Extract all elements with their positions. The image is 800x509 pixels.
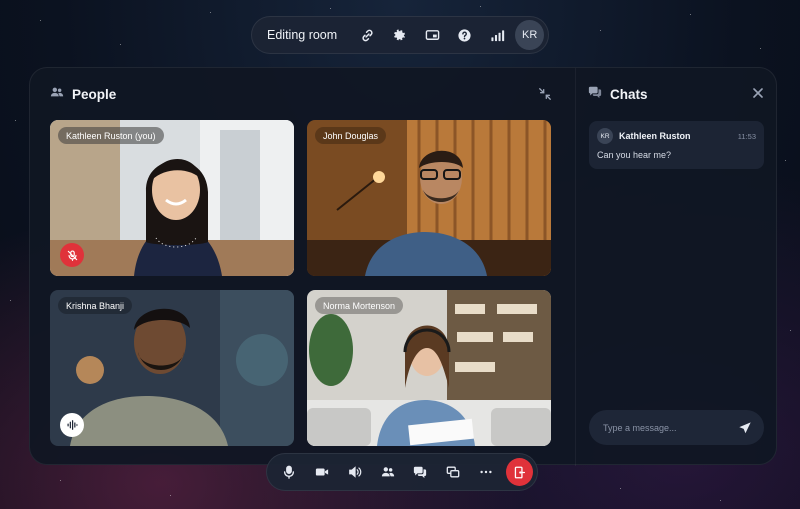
call-controls — [266, 453, 538, 491]
speaker-icon — [348, 466, 362, 478]
chat-icon — [414, 466, 427, 479]
participant-name: Krishna Bhanji — [58, 297, 133, 314]
help-button[interactable] — [449, 20, 481, 50]
meeting-panel: People Kathleen Ruston (you) John Dougla… — [29, 67, 778, 466]
chat-panel: Chats KR Kathleen Ruston 11:53 Can you h… — [575, 68, 778, 466]
mic-muted-icon — [60, 243, 84, 267]
microphone-button[interactable] — [273, 457, 306, 487]
chat-bubbles-icon — [588, 85, 602, 104]
screen-button[interactable] — [416, 20, 448, 50]
more-icon — [480, 470, 492, 474]
message-input[interactable] — [603, 422, 738, 433]
participants-button[interactable] — [371, 457, 404, 487]
camera-icon — [315, 468, 329, 476]
people-heading: People — [72, 87, 117, 102]
people-icon — [50, 85, 64, 104]
participant-name: John Douglas — [315, 127, 387, 144]
video-tile[interactable]: John Douglas — [307, 120, 551, 276]
gear-icon — [394, 28, 406, 40]
link-button[interactable] — [351, 20, 383, 50]
signal-icon — [491, 29, 504, 41]
video-tile[interactable]: Norma Mortenson — [307, 290, 551, 446]
leave-icon — [514, 466, 526, 478]
send-icon[interactable] — [738, 421, 752, 435]
participant-name: Norma Mortenson — [315, 297, 404, 314]
link-icon — [362, 29, 373, 41]
chat-header: Chats — [588, 85, 648, 104]
room-title: Editing room — [267, 28, 338, 42]
screen-icon — [425, 29, 440, 40]
help-icon — [458, 28, 471, 42]
microphone-icon — [284, 465, 295, 479]
speaker-button[interactable] — [338, 457, 371, 487]
room-toolbar: Editing room KR — [251, 16, 549, 54]
chat-message: KR Kathleen Ruston 11:53 Can you hear me… — [589, 121, 764, 169]
more-button[interactable] — [469, 457, 502, 487]
signal-button[interactable] — [481, 20, 513, 50]
people-header: People — [50, 85, 116, 104]
video-tile[interactable]: Kathleen Ruston (you) — [50, 120, 294, 276]
leave-call-button[interactable] — [506, 458, 533, 486]
share-screen-icon — [446, 466, 460, 478]
participant-name: Kathleen Ruston (you) — [58, 127, 164, 144]
user-avatar[interactable]: KR — [515, 20, 544, 50]
message-input-bar — [589, 410, 764, 445]
share-screen-button[interactable] — [437, 457, 470, 487]
collapse-icon[interactable] — [538, 87, 552, 101]
message-author: Kathleen Ruston — [619, 131, 691, 141]
message-time: 11:53 — [737, 131, 756, 141]
avatar: KR — [597, 128, 613, 144]
message-text: Can you hear me? — [597, 150, 672, 160]
settings-button[interactable] — [384, 20, 416, 50]
camera-button[interactable] — [306, 457, 339, 487]
chat-button[interactable] — [404, 457, 437, 487]
speaking-icon — [60, 413, 84, 437]
chats-heading: Chats — [610, 87, 648, 102]
video-tile[interactable]: Krishna Bhanji — [50, 290, 294, 446]
close-icon[interactable] — [752, 87, 764, 99]
people-icon — [381, 467, 394, 477]
